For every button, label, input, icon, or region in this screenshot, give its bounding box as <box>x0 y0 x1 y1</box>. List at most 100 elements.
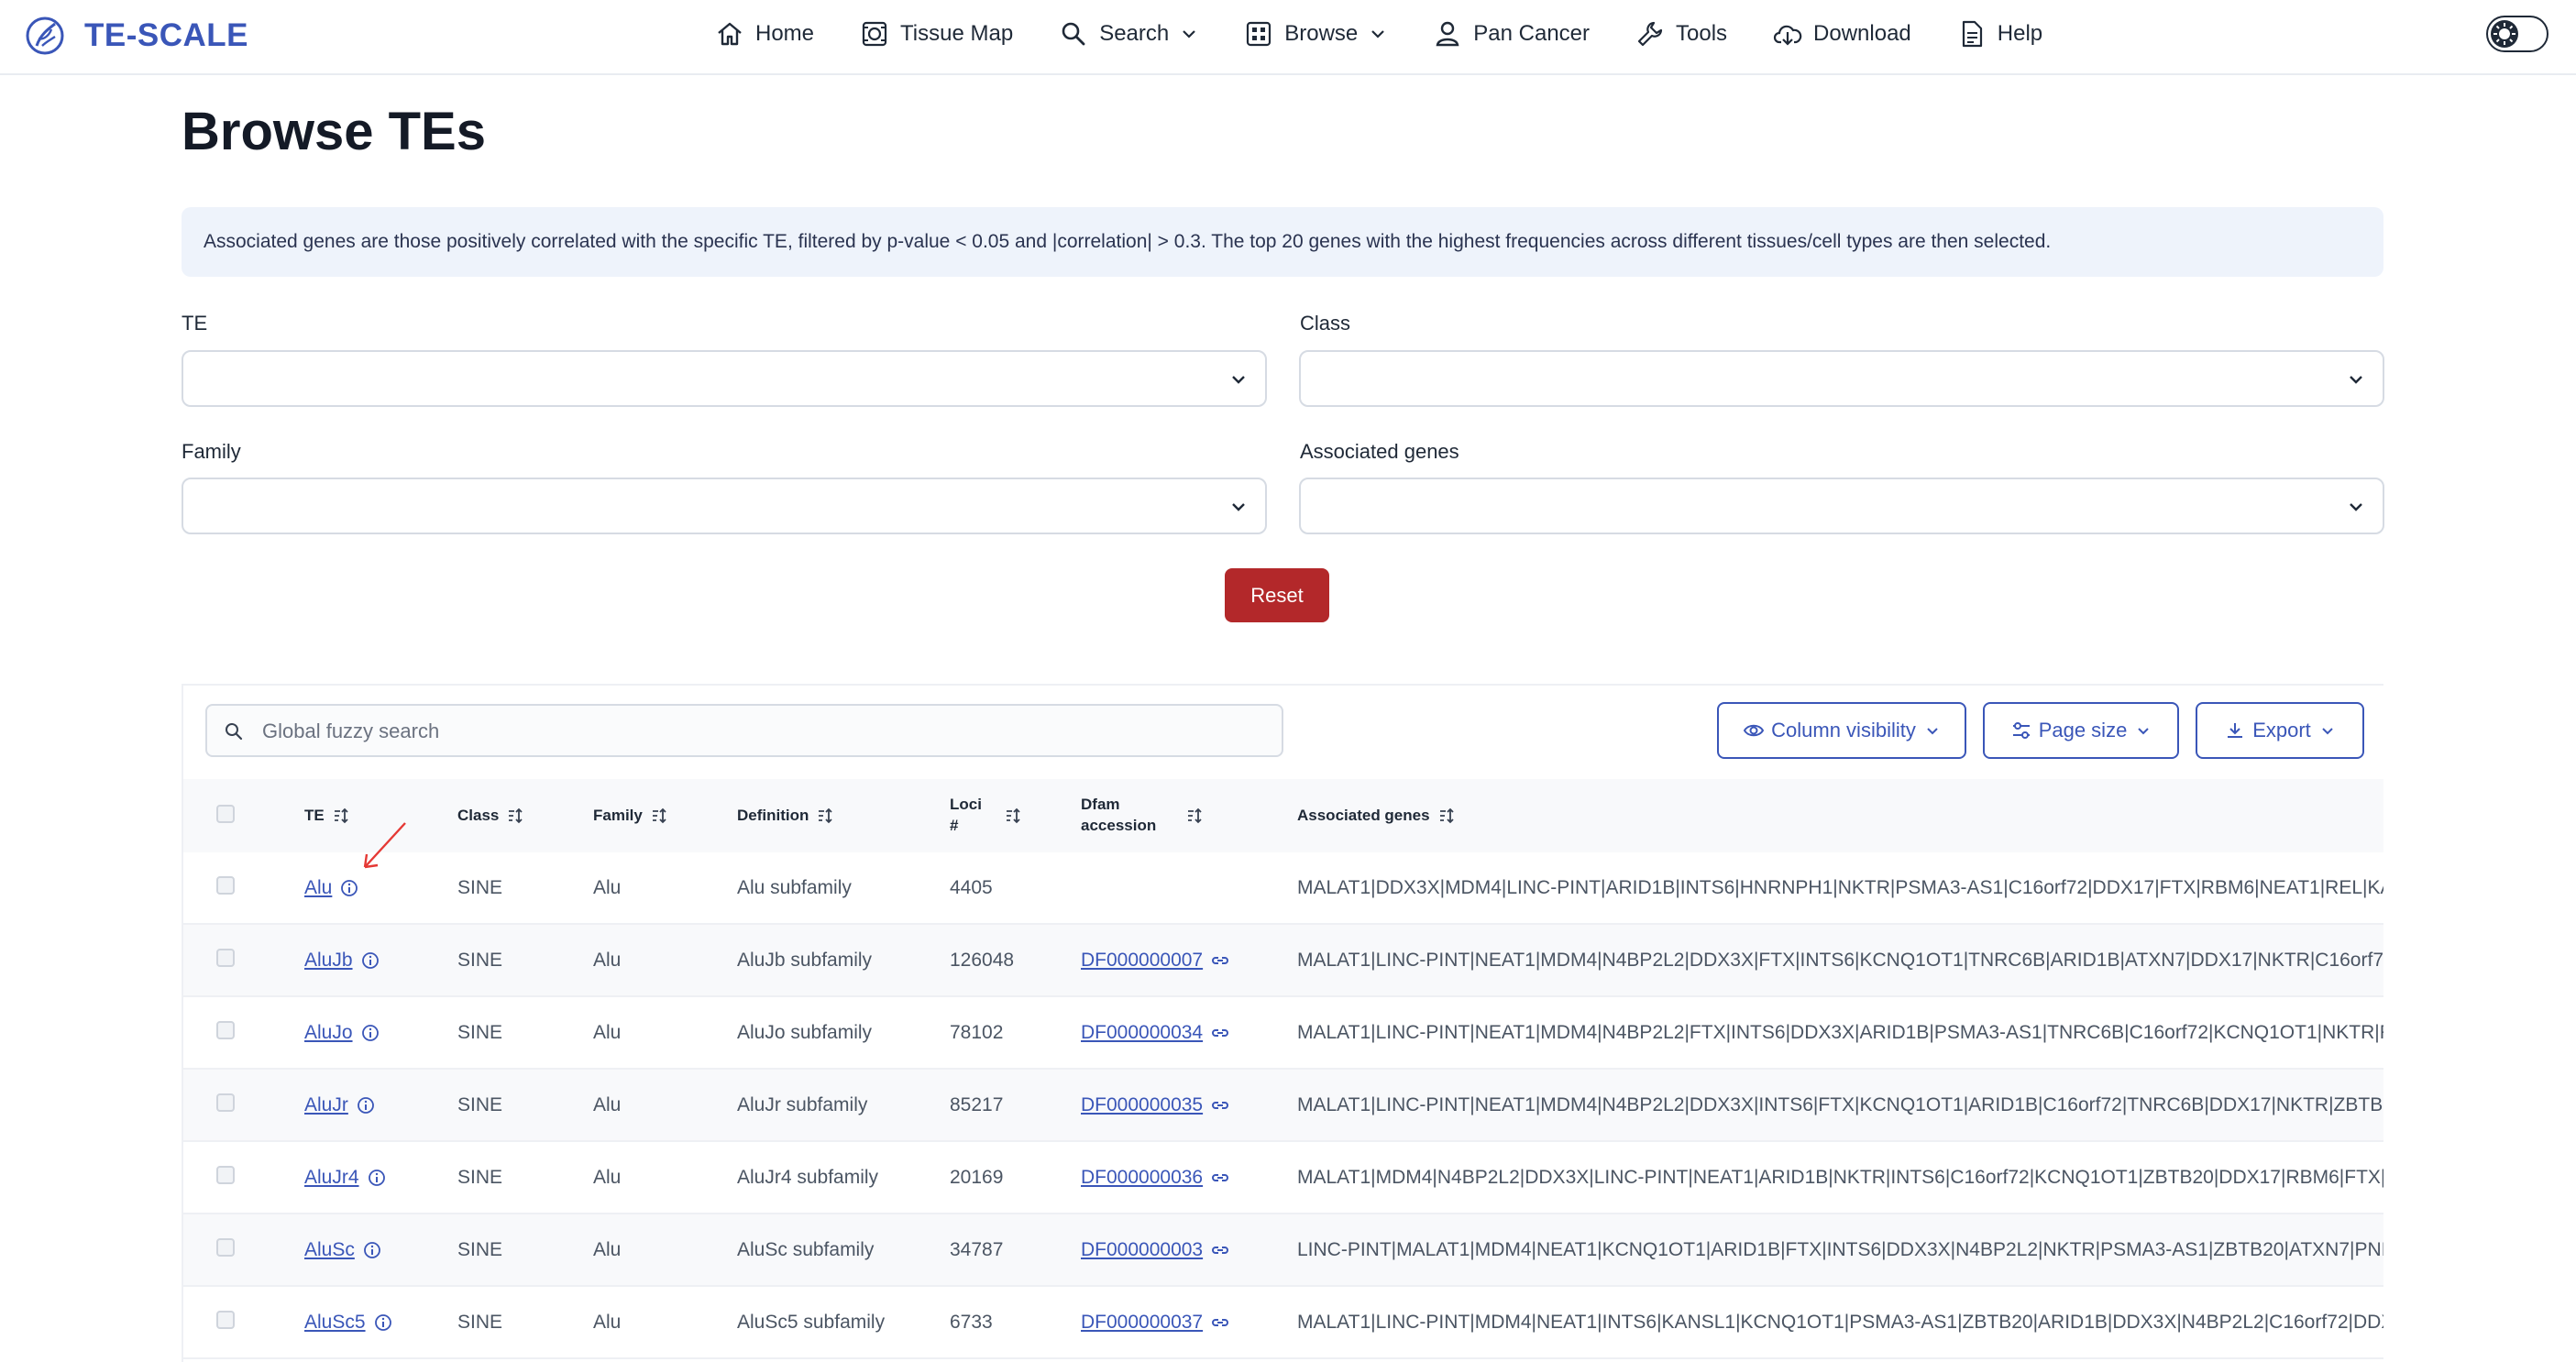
nav-tools-label: Tools <box>1676 21 1728 46</box>
external-link-icon[interactable] <box>1210 1023 1230 1043</box>
page-title: Browse TEs <box>182 102 486 161</box>
col-loci-label-line2: # <box>950 817 959 834</box>
dfam-link[interactable]: DF000000034 <box>1081 1022 1203 1043</box>
col-definition-label: Definition <box>737 807 809 824</box>
search-icon <box>1062 22 1085 46</box>
te-link[interactable]: AluJb <box>304 950 353 971</box>
chevron-down-icon <box>1232 376 1245 384</box>
document-icon <box>1962 20 1982 48</box>
reset-button[interactable]: Reset <box>1225 568 1329 622</box>
external-link-icon[interactable] <box>1210 1095 1230 1115</box>
class-cell: SINE <box>457 1214 593 1287</box>
te-link[interactable]: AluSc5 <box>304 1312 366 1333</box>
home-icon <box>718 22 742 46</box>
chevron-down-icon <box>2322 728 2333 735</box>
sort-icon <box>509 807 523 824</box>
te-link[interactable]: AluJr <box>304 1094 348 1115</box>
brand[interactable]: TE-SCALE <box>24 9 248 62</box>
loci-cell: 85217 <box>950 1069 1081 1142</box>
row-checkbox[interactable] <box>216 1310 235 1329</box>
row-checkbox[interactable] <box>216 1165 235 1184</box>
table-row[interactable]: Alu SINE Alu Alu subfamily 4405 MALAT1|DDX3X|… <box>183 852 2383 925</box>
col-genes-label: Associated genes <box>1297 807 1430 824</box>
genes-filter-select[interactable] <box>1299 478 2384 534</box>
sliders-icon <box>2012 722 2030 739</box>
te-link[interactable]: Alu <box>304 877 332 898</box>
global-search[interactable] <box>205 704 1283 757</box>
table-row[interactable]: AluJo SINE Alu AluJo subfamily 78102 DF000000… <box>183 996 2383 1070</box>
class-cell: SINE <box>457 924 593 997</box>
external-link-icon[interactable] <box>1210 1313 1230 1333</box>
dfam-link[interactable]: DF000000007 <box>1081 950 1203 971</box>
table-row[interactable]: AluJb SINE Alu AluJb subfamily 126048 DF00000… <box>183 924 2383 997</box>
info-icon[interactable] <box>362 1240 382 1260</box>
info-icon[interactable] <box>360 1023 380 1043</box>
nav-search[interactable]: Search <box>1059 19 1198 49</box>
class-cell: SINE <box>457 1286 593 1359</box>
chevron-down-icon <box>2350 376 2362 384</box>
table-row[interactable]: AluJr4 SINE Alu AluJr4 subfamily 20169 DF0000… <box>183 1141 2383 1214</box>
genes-cell: MALAT1|LINC-PINT|MDM4|NEAT1|INTS6|KANSL1… <box>1297 1286 2383 1359</box>
table-row[interactable]: AluSc5 SINE Alu AluSc5 subfamily 6733 DF00000… <box>183 1286 2383 1359</box>
class-filter-select[interactable] <box>1299 350 2384 407</box>
dfam-link[interactable]: DF000000036 <box>1081 1167 1203 1188</box>
col-class-header[interactable]: Class <box>457 779 593 852</box>
external-link-icon[interactable] <box>1210 1168 1230 1188</box>
dfam-link[interactable]: DF000000037 <box>1081 1312 1203 1333</box>
info-icon[interactable] <box>339 878 359 898</box>
select-all-checkbox[interactable] <box>216 804 235 823</box>
nav-tools[interactable]: Tools <box>1635 19 1727 49</box>
te-link[interactable]: AluJr4 <box>304 1167 359 1188</box>
col-dfam-header[interactable]: Dfam accession <box>1081 779 1297 852</box>
loci-cell: 20169 <box>950 1141 1081 1214</box>
dfam-link[interactable]: DF000000003 <box>1081 1239 1203 1260</box>
row-checkbox[interactable] <box>216 948 235 967</box>
chevron-down-icon <box>1927 728 1938 735</box>
external-link-icon[interactable] <box>1210 950 1230 971</box>
global-search-input[interactable] <box>260 713 1254 750</box>
dfam-link[interactable]: DF000000035 <box>1081 1094 1203 1115</box>
row-checkbox[interactable] <box>216 1093 235 1112</box>
definition-cell: AluJr4 subfamily <box>737 1141 950 1214</box>
table-row[interactable]: AluSc SINE Alu AluSc subfamily 34787 DF000000… <box>183 1214 2383 1287</box>
export-button[interactable]: Export <box>2196 702 2364 759</box>
chevron-down-icon <box>1232 503 1245 511</box>
col-loci-header[interactable]: Loci # <box>950 779 1081 852</box>
nav-pan-cancer[interactable]: Pan Cancer <box>1433 19 1590 49</box>
row-checkbox[interactable] <box>216 875 235 895</box>
row-checkbox[interactable] <box>216 1020 235 1039</box>
family-cell: Alu <box>593 1141 737 1214</box>
main-nav: Home Tissue Map Search Browse Pan Cancer… <box>715 0 2088 68</box>
te-link[interactable]: AluJo <box>304 1022 353 1043</box>
wrench-icon <box>1637 21 1663 47</box>
family-filter-select[interactable] <box>182 478 1267 534</box>
sort-icon <box>334 807 348 824</box>
genes-cell: MALAT1|LINC-PINT|NEAT1|MDM4|N4BP2L2|DDX3… <box>1297 1069 2383 1142</box>
col-definition-header[interactable]: Definition <box>737 779 950 852</box>
nav-home[interactable]: Home <box>715 19 814 49</box>
theme-toggle[interactable] <box>2486 16 2548 52</box>
definition-cell: AluJo subfamily <box>737 996 950 1070</box>
col-genes-header[interactable]: Associated genes <box>1297 779 2383 852</box>
info-icon[interactable] <box>367 1168 387 1188</box>
nav-download[interactable]: Download <box>1773 19 1911 49</box>
col-family-header[interactable]: Family <box>593 779 737 852</box>
nav-browse[interactable]: Browse <box>1244 19 1387 49</box>
row-checkbox[interactable] <box>216 1237 235 1257</box>
nav-help[interactable]: Help <box>1957 19 2042 49</box>
info-icon[interactable] <box>356 1095 376 1115</box>
te-link[interactable]: AluSc <box>304 1239 355 1260</box>
column-visibility-button[interactable]: Column visibility <box>1717 702 1966 759</box>
col-te-label: TE <box>304 807 325 824</box>
table-row[interactable]: AluJr SINE Alu AluJr subfamily 85217 DF000000… <box>183 1069 2383 1142</box>
nav-home-label: Home <box>755 21 815 46</box>
class-cell: SINE <box>457 1069 593 1142</box>
nav-tissue-map[interactable]: Tissue Map <box>860 19 1013 49</box>
info-icon[interactable] <box>360 950 380 971</box>
te-filter-select[interactable] <box>182 350 1267 407</box>
export-label: Export <box>2252 719 2311 741</box>
sort-icon <box>1188 807 1202 824</box>
external-link-icon[interactable] <box>1210 1240 1230 1260</box>
page-size-button[interactable]: Page size <box>1983 702 2179 759</box>
info-icon[interactable] <box>373 1313 393 1333</box>
